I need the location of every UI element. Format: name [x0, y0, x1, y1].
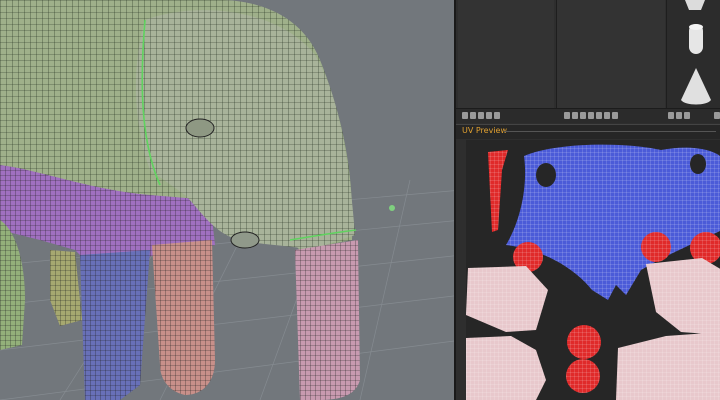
viewport-canvas[interactable]: [0, 0, 462, 400]
uv-island-foot-4: [566, 359, 600, 393]
uv-island-foot-2: [641, 232, 671, 262]
toolbar-icon[interactable]: [462, 112, 468, 119]
toolbar-icon[interactable]: [612, 112, 618, 119]
elephant-eye: [185, 118, 215, 138]
divider: [504, 131, 716, 132]
uv-preview-title: UV Preview: [462, 126, 508, 135]
uv-island-leg-3: [466, 336, 546, 400]
cylinder-icon[interactable]: [689, 24, 703, 54]
uv-island-leg-4: [616, 332, 720, 400]
toolbar-icon[interactable]: [588, 112, 594, 119]
primitives-pane[interactable]: [666, 0, 720, 108]
uv-preview-header: UV Preview: [456, 124, 720, 139]
app-window: UV Preview: [0, 0, 720, 400]
toolbar-icon[interactable]: [604, 112, 610, 119]
toolbar-icon[interactable]: [572, 112, 578, 119]
toolbar-icon[interactable]: [596, 112, 602, 119]
toolbar-icon[interactable]: [676, 112, 682, 119]
toolbar-icon[interactable]: [580, 112, 586, 119]
panel-toolbar: [456, 108, 720, 123]
toolbar-icon[interactable]: [478, 112, 484, 119]
toolbar-icon[interactable]: [494, 112, 500, 119]
uv-island-foot-3: [567, 325, 601, 359]
object-list-pane[interactable]: [458, 0, 554, 108]
3d-viewport[interactable]: [0, 0, 462, 400]
uv-island-leg-1: [466, 266, 548, 332]
toolbar-icon[interactable]: [668, 112, 674, 119]
toolbar-icon[interactable]: [564, 112, 570, 119]
cube-icon[interactable]: [685, 0, 705, 10]
properties-pane[interactable]: [556, 0, 665, 108]
uv-island-leg-2: [646, 258, 720, 335]
side-panel: UV Preview: [454, 0, 720, 400]
toolbar-icon[interactable]: [684, 112, 690, 119]
cone-icon[interactable]: [681, 68, 711, 105]
toolbar-icon[interactable]: [470, 112, 476, 119]
uv-preview-canvas[interactable]: [466, 140, 720, 400]
toolbar-icon[interactable]: [486, 112, 492, 119]
toolbar-icon[interactable]: [714, 112, 720, 119]
uv-island-trunk-tip: [488, 150, 508, 232]
elephant-tusk: [230, 231, 260, 249]
